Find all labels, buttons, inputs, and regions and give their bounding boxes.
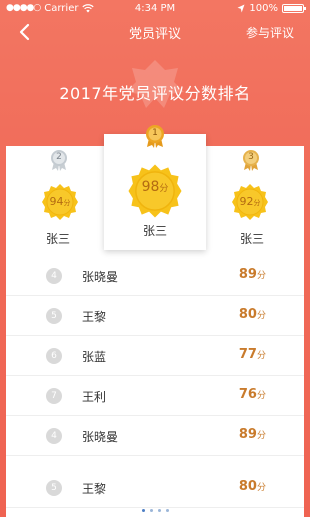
podium-first-rank: 1 [152,128,158,138]
battery-icon [282,4,306,13]
podium-third-score-value: 92 [239,195,254,208]
podium-third-score-unit: 分 [253,199,261,207]
podium-third-score: 92分 [231,195,269,208]
member-score: 89分 [239,427,266,442]
score-unit: 分 [256,351,266,361]
podium-first-score: 98分 [127,179,183,195]
score-value: 89 [238,427,257,442]
page-dot[interactable] [149,509,153,512]
score-unit: 分 [256,431,266,441]
location-icon [237,4,245,13]
page-dot[interactable] [157,509,161,512]
ranking-list: 4 张晓曼 89分 5 王黎 80分 6 张蓝 77分 7 王利 76分 4 张… [6,250,304,517]
member-score: 89分 [239,267,266,282]
score-unit: 分 [256,311,266,321]
member-score: 76分 [239,387,266,402]
podium-second-score-unit: 分 [63,199,71,207]
rank-number: 6 [46,348,62,364]
page-indicator [0,509,310,512]
ranking-row[interactable]: 4 张晓曼 89分 [6,256,304,296]
member-name: 王黎 [82,482,107,496]
score-unit: 分 [256,391,266,401]
ranking-row[interactable]: 5 王黎 80分 [6,468,304,508]
score-value: 89 [238,267,257,282]
podium-second-rank: 2 [56,152,62,162]
rank-number: 5 [46,308,62,324]
rank-number: 4 [46,428,62,444]
member-name: 张晓曼 [82,270,119,284]
battery-percent: 100% [249,3,278,14]
member-name: 张蓝 [82,350,107,364]
podium-first[interactable]: 1 98分 张三 [104,125,206,250]
member-name: 王利 [82,390,107,404]
podium-second-score-value: 94 [49,195,64,208]
participate-button[interactable]: 参与评议 [246,24,294,41]
ranking-row[interactable]: 5 王黎 80分 [6,296,304,336]
podium-first-name: 张三 [142,224,167,238]
score-value: 76 [238,387,257,402]
podium-third-name: 张三 [239,232,264,246]
score-value: 77 [238,347,257,362]
member-score: 77分 [239,347,266,362]
status-bar: ●●●●○ Carrier 4:34 PM 100% [0,0,310,17]
ranking-row[interactable]: 4 张晓曼 89分 [6,416,304,456]
podium-second[interactable]: 2 94分 张三 [6,146,110,262]
page-dot[interactable] [141,509,145,512]
member-name: 王黎 [82,310,107,324]
score-unit: 分 [256,483,266,493]
status-right: 100% [237,0,306,17]
podium-second-name: 张三 [45,232,70,246]
podium-second-score: 94分 [41,195,79,208]
rank-number: 4 [46,268,62,284]
member-score: 80分 [239,307,266,322]
ranking-headline: 2017年党员评议分数排名 [59,84,251,103]
score-value: 80 [238,479,257,494]
member-name: 张晓曼 [82,430,119,444]
nav-bar: 党员评议 参与评议 [0,17,310,47]
podium-third-rank: 3 [248,152,254,162]
podium-first-score-value: 98 [141,179,160,195]
podium-first-score-unit: 分 [159,184,169,194]
podium-third[interactable]: 3 92分 张三 [200,146,304,262]
member-score: 80分 [239,479,266,494]
rank-number: 7 [46,388,62,404]
rank-number: 5 [46,480,62,496]
page-dot[interactable] [165,509,169,512]
score-unit: 分 [256,271,266,281]
ranking-row[interactable]: 7 王利 76分 [6,376,304,416]
score-value: 80 [238,307,257,322]
app-screen: ●●●●○ Carrier 4:34 PM 100% 党员评议 参与评议 201… [0,0,310,517]
ranking-row[interactable]: 6 张蓝 77分 [6,336,304,376]
